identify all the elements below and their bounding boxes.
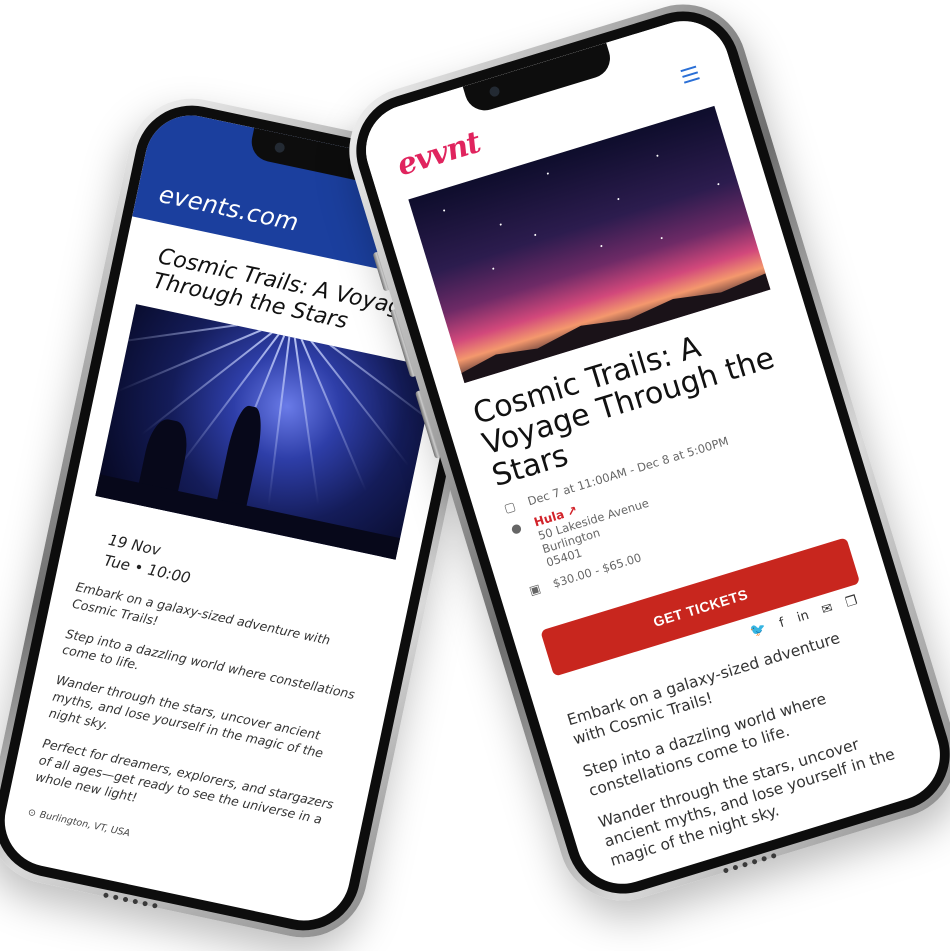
site-logo[interactable]: evvnt (393, 125, 484, 183)
location-pin-icon: ⊙ (26, 806, 38, 819)
email-icon[interactable]: ✉ (820, 601, 835, 619)
map-pin-icon: ● (509, 520, 524, 537)
twitter-icon[interactable]: 🐦 (749, 621, 769, 640)
location-text: Burlington, VT, USA (38, 808, 132, 839)
calendar-icon: ▢ (502, 499, 518, 516)
copy-icon[interactable]: ❐ (844, 593, 860, 611)
event-description: Embark on a galaxy-sized adventure with … (34, 579, 378, 849)
facebook-icon[interactable]: f (778, 616, 787, 632)
ticket-icon: ▣ (527, 581, 543, 599)
hamburger-menu-icon[interactable] (680, 65, 700, 84)
linkedin-icon[interactable]: in (795, 608, 811, 626)
